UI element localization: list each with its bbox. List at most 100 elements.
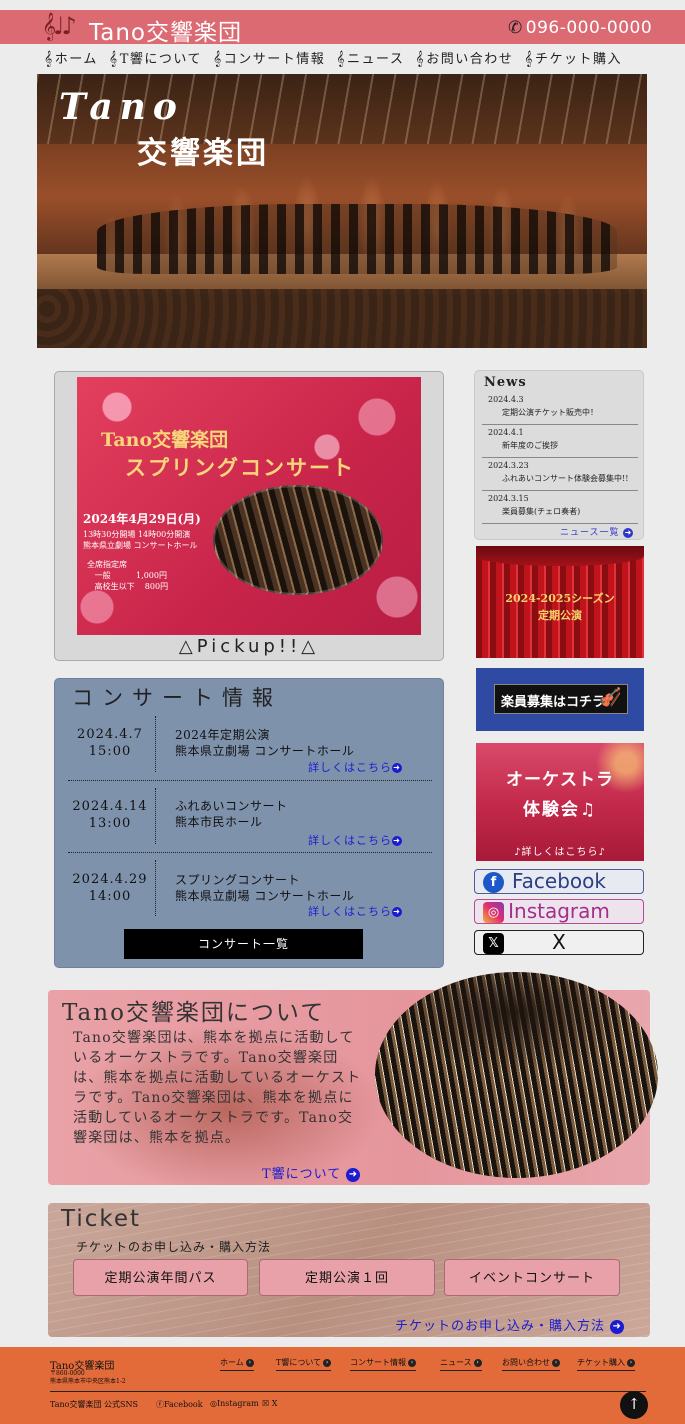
pickup-label: △Pickup!!△ bbox=[178, 636, 320, 657]
spring-concert-poster[interactable]: Tano交響楽団 スプリングコンサート 2024年4月29日(月) 13時30分… bbox=[77, 377, 421, 635]
concert-venue: 熊本県立劇場 コンサートホール bbox=[175, 889, 355, 903]
concert-detail-link[interactable]: 詳しくはこちら➜ bbox=[308, 903, 402, 919]
arrow-right-icon: › bbox=[473, 1359, 482, 1367]
experience-text-2: 体験会♫ bbox=[522, 800, 598, 820]
footer-nav-concerts[interactable]: コンサート情報 › bbox=[350, 1357, 416, 1371]
ticket-purchase-link[interactable]: チケットのお申し込み・購入方法 ➜ bbox=[395, 1315, 625, 1334]
nav-about[interactable]: 𝄞T響について bbox=[109, 48, 202, 70]
footer-nav-about[interactable]: T響について › bbox=[276, 1357, 332, 1371]
footer-sns-label: Tano交響楽団 公式SNS bbox=[50, 1400, 138, 1409]
news-more-link[interactable]: ニュース一覧 ➜ bbox=[560, 525, 634, 538]
concert-venue: 熊本県立劇場 コンサートホール bbox=[175, 744, 355, 758]
hero-image: Tano 交響楽団 bbox=[37, 74, 647, 348]
facebook-icon: ⓕ bbox=[156, 1400, 164, 1409]
arrow-right-icon: › bbox=[552, 1359, 560, 1367]
concert-detail-link[interactable]: 詳しくはこちら➜ bbox=[308, 832, 402, 848]
footer-nav-news[interactable]: ニュース › bbox=[440, 1357, 482, 1371]
concert-venue: 熊本市民ホール bbox=[175, 815, 263, 829]
concert-date: 2024.4.7 15:00 bbox=[77, 727, 143, 759]
experience-text-1: オーケストラ bbox=[506, 770, 614, 790]
audience-silhouette bbox=[37, 289, 647, 348]
divider bbox=[155, 860, 156, 916]
footer-x-link[interactable]: ☒ X bbox=[262, 1399, 277, 1408]
about-body: Tano交響楽団は、熊本を拠点に活動しているオーケストラです。Tano交響楽団は… bbox=[73, 1030, 362, 1146]
footer-nav-contact[interactable]: お問い合わせ › bbox=[502, 1357, 560, 1371]
ticket-subtitle: チケットのお申し込み・購入方法 bbox=[76, 1240, 272, 1254]
main-nav: 𝄞ホーム 𝄞T響について 𝄞コンサート情報 𝄞ニュース 𝄞お問い合わせ 𝄞チケッ… bbox=[44, 48, 644, 70]
phone-number[interactable]: ✆ 096-000-0000 bbox=[508, 18, 652, 38]
news-item[interactable]: 2024.4.3 定期公演チケット販売中！ bbox=[482, 392, 638, 425]
instagram-button[interactable]: ◎ Instagram bbox=[474, 899, 644, 924]
arrow-right-icon: › bbox=[627, 1359, 635, 1367]
footer-nav-home[interactable]: ホーム › bbox=[220, 1357, 254, 1371]
nav-news[interactable]: 𝄞ニュース bbox=[336, 48, 404, 70]
arrow-right-icon: ➜ bbox=[392, 907, 402, 917]
news-title: News bbox=[484, 375, 527, 390]
nav-contact[interactable]: 𝄞お問い合わせ bbox=[415, 48, 513, 70]
site-logo[interactable]: Tano交響楽団 bbox=[89, 13, 242, 47]
treble-clef-icon: 𝄞 bbox=[108, 51, 119, 67]
about-orchestra-photo bbox=[375, 972, 658, 1178]
footer-nav-tickets[interactable]: チケット購入 › bbox=[577, 1357, 635, 1371]
footer-divider bbox=[50, 1391, 646, 1392]
season-banner-text: 2024-2025シーズン 定期公演 bbox=[505, 592, 615, 622]
poster-title: Tano交響楽団 bbox=[101, 429, 229, 451]
instagram-icon: ◎ bbox=[210, 1399, 217, 1408]
arrow-right-icon: ➜ bbox=[610, 1319, 625, 1334]
phone-text: 096-000-0000 bbox=[525, 18, 653, 38]
about-link[interactable]: T響について ➜ bbox=[262, 1163, 361, 1182]
music-notes-icon: 𝄞♩♪ bbox=[42, 12, 77, 40]
x-icon: 𝕏 bbox=[483, 933, 504, 954]
facebook-button[interactable]: f Facebook bbox=[474, 869, 644, 894]
concert-name: スプリングコンサート bbox=[175, 873, 301, 887]
footer-facebook-link[interactable]: ⓕFacebook bbox=[156, 1399, 203, 1410]
poster-photo bbox=[213, 485, 383, 595]
arrow-right-icon: › bbox=[408, 1359, 416, 1367]
arrow-right-icon: ➜ bbox=[392, 763, 402, 773]
concert-list-button[interactable]: コンサート一覧 bbox=[124, 929, 363, 959]
footer-instagram-link[interactable]: ◎Instagram bbox=[210, 1399, 259, 1408]
news-item[interactable]: 2024.3.15 楽員募集(チェロ奏者) bbox=[482, 491, 638, 524]
hero-title-line1: Tano bbox=[59, 86, 184, 128]
nav-tickets[interactable]: 𝄞チケット購入 bbox=[524, 48, 622, 70]
arrow-right-icon: ➜ bbox=[623, 527, 634, 538]
treble-clef-icon: 𝄞 bbox=[415, 51, 426, 67]
recruit-text: 楽員募集はコチラ bbox=[501, 695, 606, 710]
row-separator bbox=[68, 780, 432, 781]
back-to-top-button[interactable]: ↑ bbox=[620, 1391, 648, 1419]
orchestra-experience-banner[interactable]: オーケストラ 体験会♫ ♪詳しくはこちら♪ bbox=[476, 743, 644, 861]
event-concert-button[interactable]: イベントコンサート bbox=[444, 1259, 620, 1296]
treble-clef-icon: 𝄞 bbox=[44, 51, 54, 67]
poster-date: 2024年4月29日(月) bbox=[83, 512, 201, 526]
treble-clef-icon: 𝄞 bbox=[524, 51, 534, 67]
treble-clef-icon: 𝄞 bbox=[212, 51, 223, 67]
about-title: Tano交響楽団について bbox=[62, 1000, 326, 1026]
arrow-right-icon: › bbox=[323, 1359, 332, 1367]
recruit-box: 楽員募集はコチラ 🎻 bbox=[494, 684, 628, 714]
poster-price: 全席指定席 一般 1,000円 高校生以下 800円 bbox=[87, 560, 169, 591]
hero-title-line2: 交響楽団 bbox=[137, 136, 269, 171]
concert-detail-link[interactable]: 詳しくはこちら➜ bbox=[308, 759, 402, 775]
nav-home[interactable]: 𝄞ホーム bbox=[44, 48, 98, 70]
curtain-valance bbox=[476, 546, 644, 566]
recruit-banner[interactable]: 楽員募集はコチラ 🎻 bbox=[476, 668, 644, 731]
phone-icon: ✆ bbox=[508, 18, 523, 38]
divider bbox=[155, 788, 156, 844]
annual-pass-button[interactable]: 定期公演年間パス bbox=[73, 1259, 248, 1296]
news-item[interactable]: 2024.4.1 新年度のご挨拶 bbox=[482, 425, 638, 458]
season-banner[interactable]: 2024-2025シーズン 定期公演 bbox=[476, 546, 644, 658]
arrow-right-icon: ➜ bbox=[346, 1167, 361, 1182]
concert-info-title: コンサート情報 bbox=[72, 686, 282, 710]
news-item[interactable]: 2024.3.23 ふれあいコンサート体験会募集中!! bbox=[482, 458, 638, 491]
treble-clef-icon: 𝄞 bbox=[336, 51, 347, 67]
concert-date: 2024.4.29 14:00 bbox=[72, 872, 148, 904]
nav-concerts[interactable]: 𝄞コンサート情報 bbox=[213, 48, 325, 70]
instagram-icon: ◎ bbox=[483, 902, 504, 923]
footer-address: 〒860-0000 熊本県熊本市中央区熊本1-2 bbox=[50, 1370, 126, 1385]
arrow-right-icon: › bbox=[245, 1359, 254, 1367]
x-icon: ☒ bbox=[262, 1399, 270, 1408]
single-concert-button[interactable]: 定期公演１回 bbox=[259, 1259, 435, 1296]
ticket-title: Ticket bbox=[61, 1206, 142, 1232]
poster-time: 13時30分開場 14時00分開演 熊本県立劇場 コンサートホール bbox=[83, 530, 198, 550]
x-button[interactable]: 𝕏X bbox=[474, 930, 644, 955]
